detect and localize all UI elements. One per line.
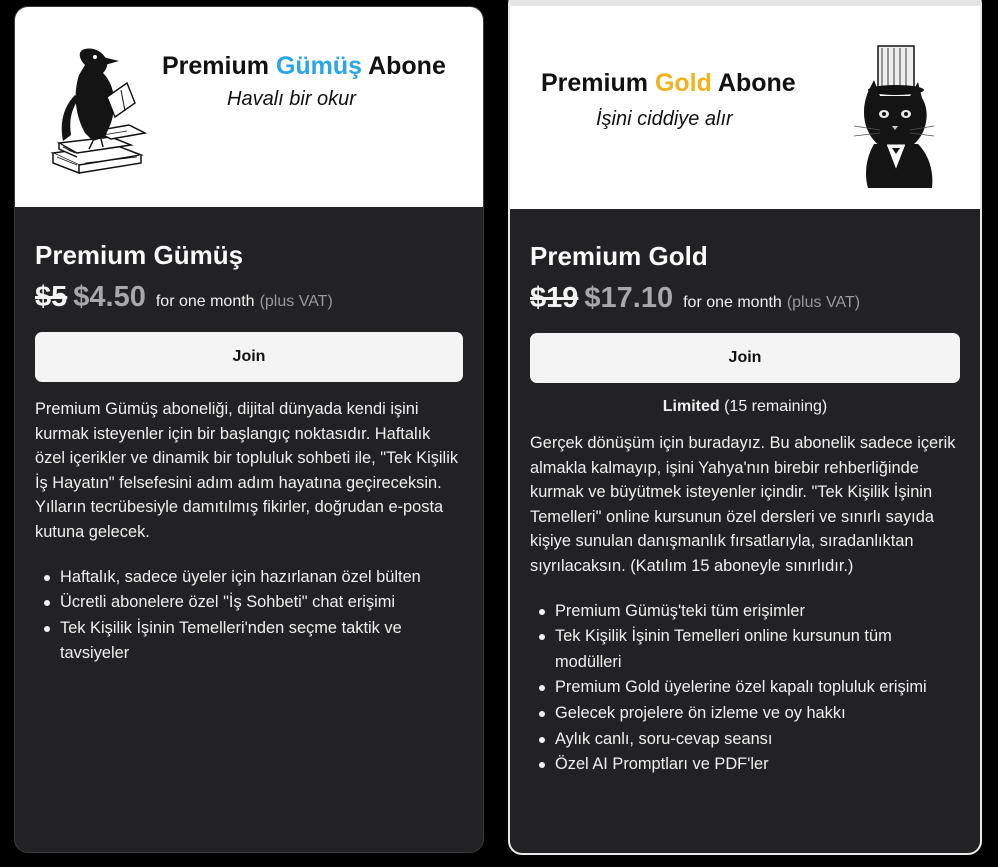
bullet-icon xyxy=(539,685,545,692)
plan-hero-banner: Premium Gold Abone İşini ciddiye alır xyxy=(510,0,980,209)
feature-item: Premium Gümüş'teki tüm erişimler xyxy=(530,599,960,625)
plan-hero-banner: Premium Gümüş Abone Havalı bir okur xyxy=(15,7,483,207)
bullet-icon xyxy=(44,625,50,632)
feature-item: Haftalık, sadece üyeler için hazırlanan … xyxy=(35,565,463,591)
bullet-icon xyxy=(44,574,50,581)
original-price: $19 xyxy=(530,282,579,314)
join-button[interactable]: Join xyxy=(530,333,960,383)
billing-period: for one month xyxy=(683,294,782,311)
bullet-icon xyxy=(44,600,50,607)
plan-description: Premium Gümüş aboneliği, dijital dünyada… xyxy=(35,400,459,541)
vat-note: (plus VAT) xyxy=(259,293,333,310)
price-row: $5 $4.50 for one month (plus VAT) xyxy=(35,281,463,314)
vat-note: (plus VAT) xyxy=(786,294,861,311)
discounted-price: $17.10 xyxy=(584,282,674,314)
original-price: $5 xyxy=(35,281,68,313)
feature-item: Tek Kişilik İşinin Temelleri online kurs… xyxy=(530,624,960,675)
plan-hero-title: Premium Gümüş Abone xyxy=(162,52,446,80)
remaining-count: (15 remaining) xyxy=(724,398,828,415)
bullet-icon xyxy=(539,736,545,743)
raven-reading-book-icon xyxy=(50,48,148,175)
discounted-price: $4.50 xyxy=(73,281,146,313)
bullet-icon xyxy=(539,608,545,615)
feature-item: Gelecek projelere ön izleme ve oy hakkı xyxy=(530,701,960,727)
plan-hero-title: Premium Gold Abone xyxy=(541,69,796,97)
feature-list: Premium Gümüş'teki tüm erişimler Tek Kiş… xyxy=(530,599,960,778)
plan-card-silver: Premium Gümüş Abone Havalı bir okur Prem… xyxy=(14,6,484,853)
cat-in-top-hat-icon xyxy=(853,45,935,188)
bullet-icon xyxy=(539,710,545,717)
feature-list: Haftalık, sadece üyeler için hazırlanan … xyxy=(35,565,463,667)
feature-item: Özel AI Promptları ve PDF'ler xyxy=(530,752,960,778)
plan-hero-subtitle: Havalı bir okur xyxy=(227,88,356,110)
plan-name: Premium Gold xyxy=(530,241,708,271)
plan-hero-subtitle: İşini ciddiye alır xyxy=(596,108,733,130)
feature-item: Aylık canlı, soru-cevap seansı xyxy=(530,727,960,753)
join-button[interactable]: Join xyxy=(35,332,463,382)
price-row: $19 $17.10 for one month (plus VAT) xyxy=(530,282,960,315)
feature-item: Ücretli abonelere özel "İş Sohbeti" chat… xyxy=(35,590,463,616)
billing-period: for one month xyxy=(155,293,255,310)
bullet-icon xyxy=(539,634,545,641)
plan-name: Premium Gümüş xyxy=(35,240,244,270)
limited-label: Limited xyxy=(662,398,720,415)
feature-item: Tek Kişilik İşinin Temelleri'nden seçme … xyxy=(35,616,463,667)
plan-description: Gerçek dönüşüm için buradayız. Bu abonel… xyxy=(530,434,956,575)
availability-note: Limited (15 remaining) xyxy=(530,398,960,416)
bullet-icon xyxy=(539,762,545,769)
feature-item: Premium Gold üyelerine özel kapalı toplu… xyxy=(530,675,960,701)
plan-card-gold: Premium Gold Abone İşini ciddiye alır Pr… xyxy=(508,0,982,855)
